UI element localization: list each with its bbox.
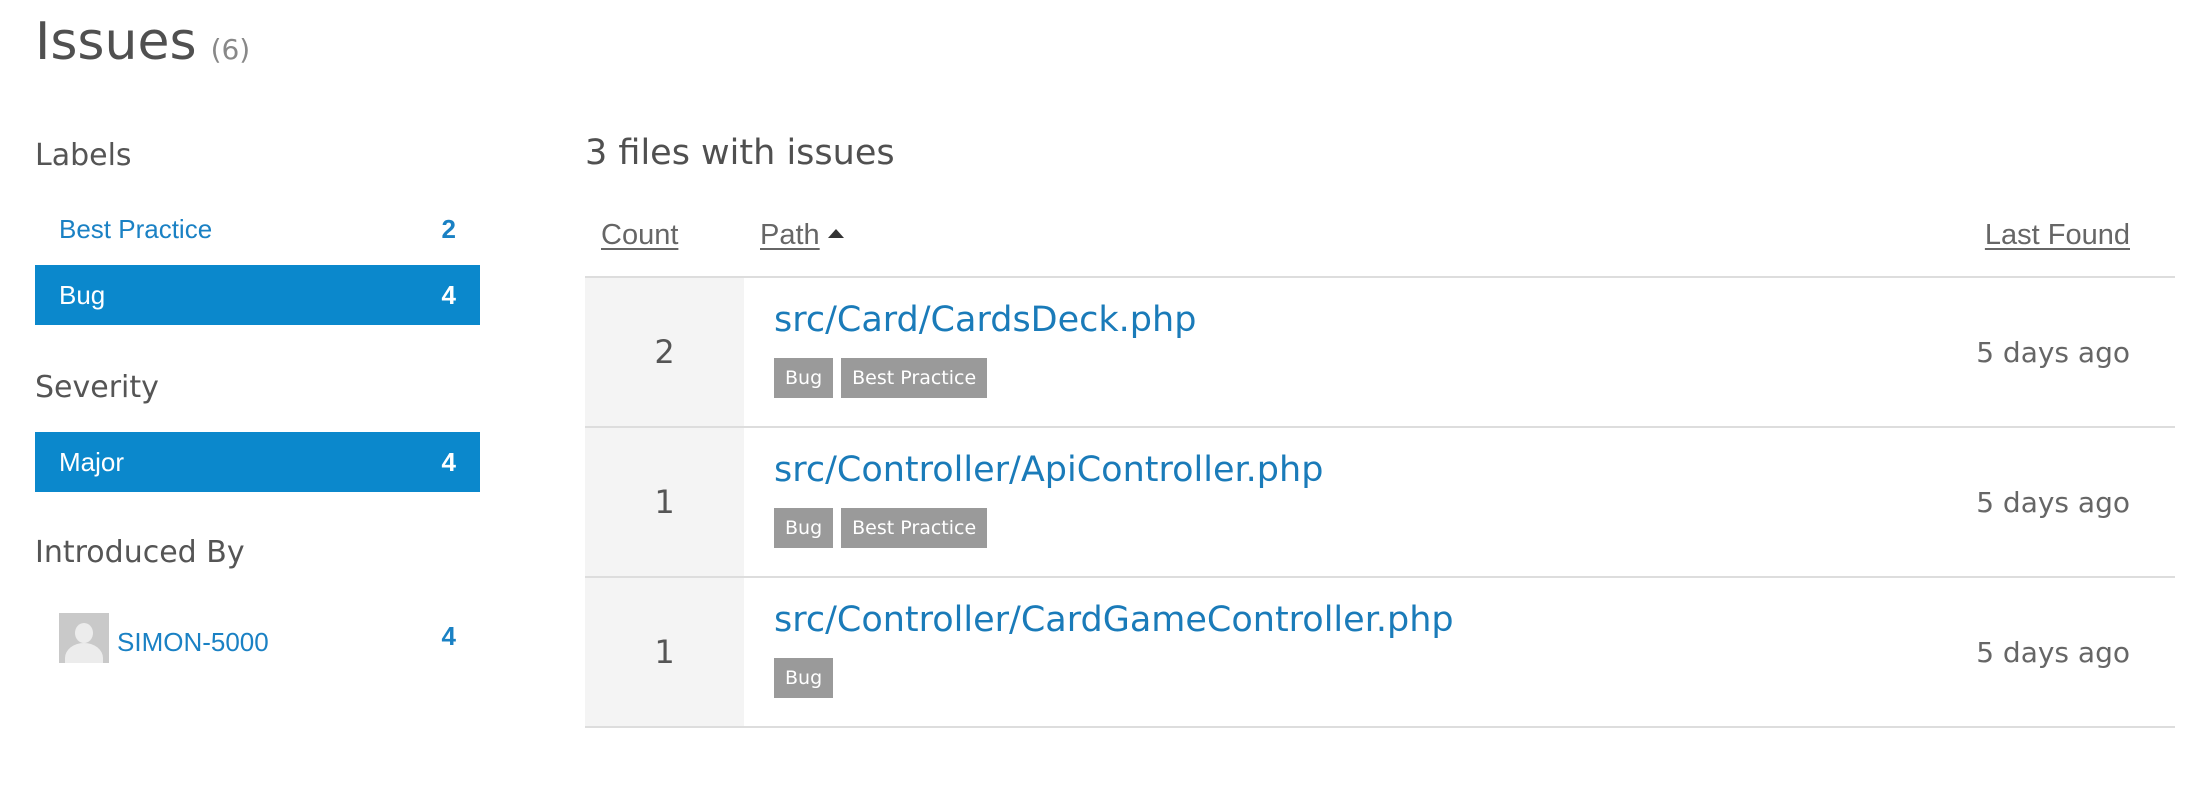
path-cell: src/Controller/ApiController.php Bug Bes…: [774, 448, 1323, 548]
tag-bug[interactable]: Bug: [774, 358, 834, 398]
path-cell: src/Controller/CardGameController.php Bu…: [774, 598, 1454, 698]
severity-heading: Severity: [35, 370, 159, 405]
issue-count-cell: 1: [585, 578, 744, 726]
last-found-cell: 5 days ago: [1976, 335, 2130, 369]
filter-item-label: Bug: [59, 279, 106, 310]
issues-page: Issues (6) Labels Best Practice 2 Bug 4 …: [35, 0, 2175, 806]
column-header-path-label: Path: [760, 219, 820, 251]
sort-ascending-icon: [827, 228, 844, 238]
tag-best-practice[interactable]: Best Practice: [841, 358, 988, 398]
column-header-count[interactable]: Count: [601, 219, 678, 252]
filter-label-bug[interactable]: Bug 4: [35, 265, 480, 325]
files-table: Count Path Last Found 2 src/Card/CardsDe…: [585, 205, 2175, 728]
issue-count-cell: 1: [585, 428, 744, 576]
tag-bug[interactable]: Bug: [774, 508, 834, 548]
table-row: 2 src/Card/CardsDeck.php Bug Best Practi…: [585, 278, 2175, 428]
tag-list: Bug Best Practice: [774, 508, 1323, 548]
avatar-shoulders-shape: [65, 643, 103, 663]
last-found-cell: 5 days ago: [1976, 485, 2130, 519]
table-row: 1 src/Controller/ApiController.php Bug B…: [585, 428, 2175, 578]
tag-bug[interactable]: Bug: [774, 658, 834, 698]
tag-list: Bug: [774, 658, 1454, 698]
user-avatar: [59, 613, 109, 663]
filter-item-count: 2: [441, 213, 456, 244]
file-path-link[interactable]: src/Controller/CardGameController.php: [774, 598, 1454, 642]
issues-count: (6): [210, 33, 251, 66]
tag-best-practice[interactable]: Best Practice: [841, 508, 988, 548]
page-title: Issues: [35, 12, 197, 72]
labels-heading: Labels: [35, 138, 132, 173]
column-header-path[interactable]: Path: [760, 219, 844, 252]
last-found-cell: 5 days ago: [1976, 635, 2130, 669]
table-row: 1 src/Controller/CardGameController.php …: [585, 578, 2175, 728]
filter-author-simon-5000[interactable]: SIMON-5000 4: [35, 605, 480, 667]
filter-severity-major[interactable]: Major 4: [35, 432, 480, 492]
filter-label-best-practice[interactable]: Best Practice 2: [35, 199, 480, 259]
path-cell: src/Card/CardsDeck.php Bug Best Practice: [774, 298, 1196, 398]
filter-item-label: Major: [59, 446, 125, 477]
filter-item-count: 4: [441, 279, 456, 310]
filter-item-label: Best Practice: [59, 213, 213, 244]
filter-item-count: 4: [441, 446, 456, 477]
issue-count-cell: 2: [585, 278, 744, 426]
avatar-head-shape: [75, 623, 93, 643]
tag-list: Bug Best Practice: [774, 358, 1196, 398]
page-header: Issues (6): [35, 12, 250, 72]
introduced-by-heading: Introduced By: [35, 535, 245, 570]
filter-item-count: 4: [441, 621, 456, 651]
column-header-last-found[interactable]: Last Found: [1985, 219, 2130, 252]
file-path-link[interactable]: src/Controller/ApiController.php: [774, 448, 1323, 492]
table-header: Count Path Last Found: [585, 205, 2175, 278]
file-path-link[interactable]: src/Card/CardsDeck.php: [774, 298, 1196, 342]
files-heading: 3 files with issues: [585, 133, 895, 173]
filter-item-label: SIMON-5000: [117, 627, 269, 657]
